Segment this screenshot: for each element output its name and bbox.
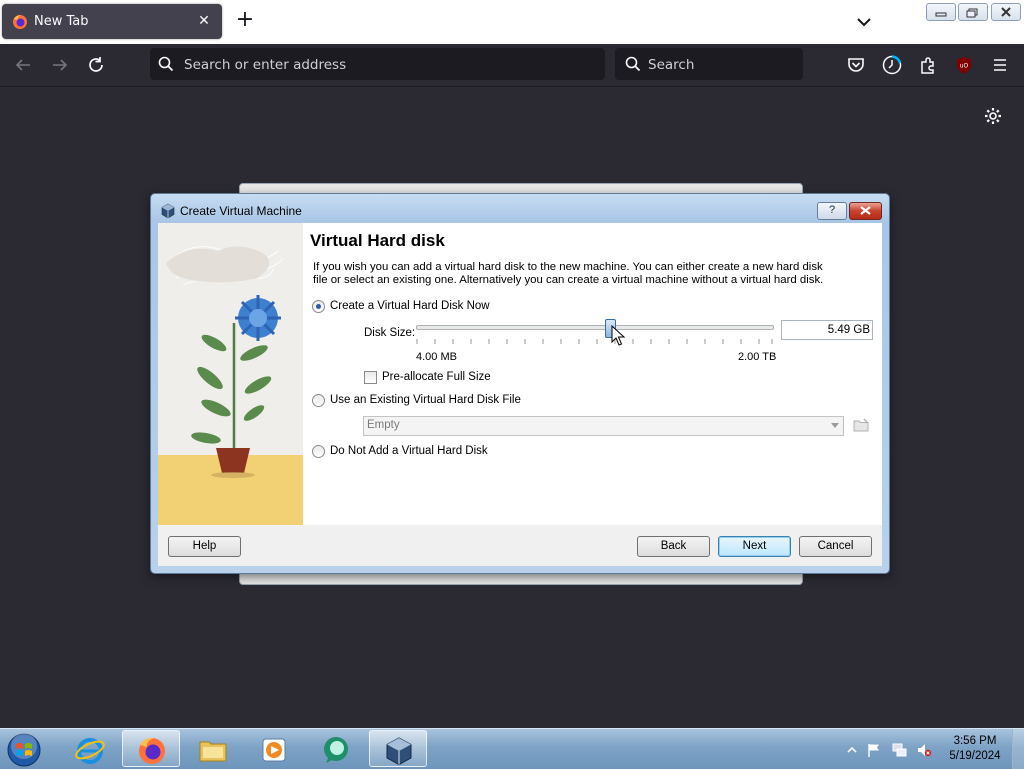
- slider-min-label: 4.00 MB: [416, 351, 457, 363]
- restore-icon: [966, 8, 978, 18]
- help-button[interactable]: Help: [168, 536, 241, 557]
- taskbar: 3:56 PM 5/19/2024: [0, 728, 1024, 769]
- reload-icon[interactable]: [85, 54, 107, 76]
- existing-disk-value: Empty: [367, 419, 400, 431]
- back-button[interactable]: Back: [637, 536, 710, 557]
- no-disk-radio[interactable]: [312, 445, 325, 458]
- virtualbox-icon: [386, 737, 412, 766]
- virtualbox-icon: [161, 203, 175, 219]
- file-explorer-icon: [199, 741, 227, 762]
- show-desktop-button[interactable]: [1012, 729, 1024, 769]
- clock-time: 3:56 PM: [953, 735, 997, 747]
- pocket-icon[interactable]: [845, 54, 867, 76]
- dialog-close-button[interactable]: [849, 202, 882, 220]
- restore-button[interactable]: [958, 3, 988, 21]
- dialog-titlebar[interactable]: Create Virtual Machine ?: [151, 194, 889, 224]
- disk-size-input[interactable]: [782, 321, 872, 339]
- tab-title: New Tab: [34, 14, 89, 29]
- tab-new-tab[interactable]: New Tab ✕: [2, 4, 222, 39]
- clock-date: 5/19/2024: [949, 750, 1001, 762]
- firefox-icon: [13, 15, 27, 29]
- svg-text:uO: uO: [960, 63, 969, 70]
- forward-arrow-icon[interactable]: [49, 54, 71, 76]
- preallocate-label[interactable]: Pre-allocate Full Size: [382, 371, 491, 383]
- cancel-button[interactable]: Cancel: [799, 536, 872, 557]
- close-tab-icon[interactable]: ✕: [194, 11, 214, 31]
- dialog-client-area: Virtual Hard disk If you wish you can ad…: [158, 223, 882, 525]
- taskbar-chat-app[interactable]: [307, 730, 365, 767]
- volume-muted-icon[interactable]: [916, 742, 932, 758]
- search-bar[interactable]: [615, 48, 803, 82]
- page-description: If you wish you can add a virtual hard d…: [313, 261, 824, 286]
- action-center-flag-icon[interactable]: [866, 742, 882, 758]
- use-existing-disk-label[interactable]: Use an Existing Virtual Hard Disk File: [330, 394, 521, 406]
- account-sync-icon[interactable]: [881, 54, 903, 76]
- search-icon: [625, 56, 641, 72]
- close-icon: [860, 206, 871, 215]
- flower-pot-illustration: [158, 223, 303, 525]
- disk-size-label: Disk Size:: [364, 327, 416, 339]
- mouse-cursor-icon: [611, 325, 625, 346]
- start-orb-icon[interactable]: [6, 732, 42, 768]
- chat-app-icon: [324, 737, 348, 763]
- show-hidden-icons-arrow-icon[interactable]: [844, 742, 860, 758]
- search-input[interactable]: [646, 48, 800, 82]
- address-input[interactable]: [182, 48, 596, 82]
- minimize-icon: [935, 12, 947, 17]
- taskbar-internet-explorer[interactable]: [61, 730, 119, 767]
- page-title: Virtual Hard disk: [310, 231, 445, 250]
- create-disk-now-label[interactable]: Create a Virtual Hard Disk Now: [330, 300, 490, 312]
- disk-size-field[interactable]: [781, 320, 873, 340]
- next-button[interactable]: Next: [718, 536, 791, 557]
- close-icon: [1001, 7, 1011, 17]
- dialog-button-bar: Help Back Next Cancel: [158, 525, 882, 566]
- wizard-page-content: Virtual Hard disk If you wish you can ad…: [303, 223, 882, 525]
- system-clock[interactable]: 3:56 PM 5/19/2024: [940, 734, 1010, 764]
- taskbar-file-explorer[interactable]: [184, 730, 242, 767]
- close-window-button[interactable]: [991, 3, 1021, 21]
- media-player-icon: [262, 738, 286, 762]
- slider-ticks: [416, 339, 773, 344]
- disk-size-slider[interactable]: [416, 325, 774, 330]
- firefox-icon: [139, 737, 165, 764]
- dropdown-arrow-icon: [831, 423, 839, 428]
- no-disk-label[interactable]: Do Not Add a Virtual Hard Disk: [330, 445, 488, 457]
- search-icon: [158, 56, 174, 72]
- slider-max-label: 2.00 TB: [738, 351, 777, 363]
- existing-disk-combobox[interactable]: Empty: [363, 416, 844, 436]
- address-bar[interactable]: [150, 48, 605, 82]
- back-arrow-icon[interactable]: [12, 54, 34, 76]
- dialog-title: Create Virtual Machine: [180, 204, 302, 218]
- extensions-puzzle-icon[interactable]: [917, 54, 939, 76]
- choose-disk-folder-icon[interactable]: [852, 416, 870, 434]
- taskbar-media-player[interactable]: [245, 730, 303, 767]
- taskbar-virtualbox[interactable]: [369, 730, 427, 767]
- create-vm-dialog: Create Virtual Machine ? Virtual Hard di…: [150, 193, 890, 574]
- tab-strip: New Tab ✕ +: [0, 0, 1024, 44]
- internet-explorer-icon: [75, 738, 105, 764]
- use-existing-disk-radio[interactable]: [312, 394, 325, 407]
- context-help-button[interactable]: ?: [817, 202, 847, 220]
- gear-icon[interactable]: [982, 105, 1004, 127]
- preallocate-checkbox[interactable]: [364, 371, 377, 384]
- minimize-button[interactable]: [926, 3, 956, 21]
- hamburger-menu-icon[interactable]: [989, 54, 1011, 76]
- create-disk-now-radio[interactable]: [312, 300, 325, 313]
- chevron-down-icon[interactable]: [852, 12, 876, 32]
- taskbar-firefox[interactable]: [122, 730, 180, 767]
- ublock-origin-icon[interactable]: uO: [953, 54, 975, 76]
- new-tab-button[interactable]: +: [234, 9, 256, 32]
- network-icon[interactable]: [891, 742, 907, 758]
